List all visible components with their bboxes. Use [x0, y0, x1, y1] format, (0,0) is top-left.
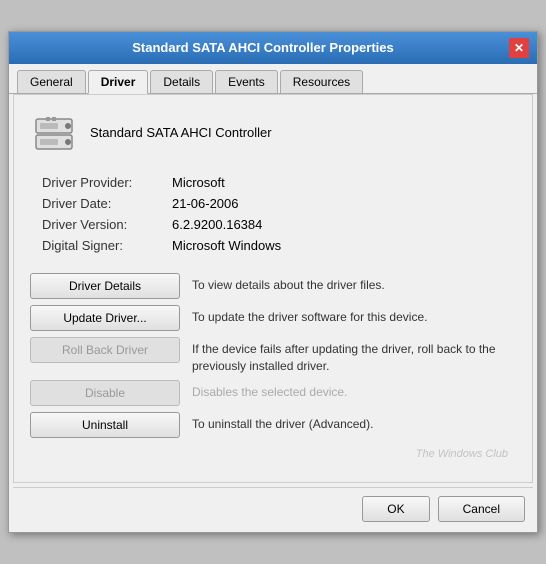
uninstall-button[interactable]: Uninstall — [30, 412, 180, 438]
signer-row: Digital Signer: Microsoft Windows — [42, 238, 516, 253]
content-area: Standard SATA AHCI Controller Driver Pro… — [13, 94, 533, 484]
uninstall-row: Uninstall To uninstall the driver (Advan… — [30, 412, 516, 438]
update-driver-desc: To update the driver software for this d… — [192, 305, 516, 326]
action-buttons-section: Driver Details To view details about the… — [30, 273, 516, 439]
driver-details-desc: To view details about the driver files. — [192, 273, 516, 294]
driver-details-button[interactable]: Driver Details — [30, 273, 180, 299]
update-driver-row: Update Driver... To update the driver so… — [30, 305, 516, 331]
date-value: 21-06-2006 — [172, 196, 239, 211]
disable-row: Disable Disables the selected device. — [30, 380, 516, 406]
watermark-text: The Windows Club — [30, 448, 516, 460]
date-label: Driver Date: — [42, 196, 172, 211]
device-name: Standard SATA AHCI Controller — [90, 125, 272, 140]
roll-back-button[interactable]: Roll Back Driver — [30, 337, 180, 363]
tab-driver[interactable]: Driver — [88, 70, 149, 94]
driver-info: Driver Provider: Microsoft Driver Date: … — [42, 175, 516, 253]
cancel-button[interactable]: Cancel — [438, 496, 525, 522]
disable-desc: Disables the selected device. — [192, 380, 516, 401]
signer-label: Digital Signer: — [42, 238, 172, 253]
version-row: Driver Version: 6.2.9200.16384 — [42, 217, 516, 232]
tab-events[interactable]: Events — [215, 70, 278, 93]
close-button[interactable]: ✕ — [509, 38, 529, 58]
date-row: Driver Date: 21-06-2006 — [42, 196, 516, 211]
ok-button[interactable]: OK — [362, 496, 429, 522]
device-header: Standard SATA AHCI Controller — [30, 109, 516, 157]
properties-window: Standard SATA AHCI Controller Properties… — [8, 31, 538, 534]
tab-resources[interactable]: Resources — [280, 70, 363, 93]
provider-row: Driver Provider: Microsoft — [42, 175, 516, 190]
version-label: Driver Version: — [42, 217, 172, 232]
tab-general[interactable]: General — [17, 70, 86, 93]
controller-icon-svg — [32, 111, 76, 155]
signer-value: Microsoft Windows — [172, 238, 281, 253]
provider-label: Driver Provider: — [42, 175, 172, 190]
roll-back-row: Roll Back Driver If the device fails aft… — [30, 337, 516, 375]
uninstall-desc: To uninstall the driver (Advanced). — [192, 412, 516, 433]
device-icon — [30, 109, 78, 157]
provider-value: Microsoft — [172, 175, 225, 190]
tab-bar: General Driver Details Events Resources — [9, 64, 537, 94]
version-value: 6.2.9200.16384 — [172, 217, 262, 232]
disable-button[interactable]: Disable — [30, 380, 180, 406]
tab-details[interactable]: Details — [150, 70, 213, 93]
window-title: Standard SATA AHCI Controller Properties — [17, 40, 509, 55]
driver-details-row: Driver Details To view details about the… — [30, 273, 516, 299]
footer: OK Cancel — [9, 488, 537, 532]
title-bar: Standard SATA AHCI Controller Properties… — [9, 32, 537, 64]
roll-back-desc: If the device fails after updating the d… — [192, 337, 516, 375]
update-driver-button[interactable]: Update Driver... — [30, 305, 180, 331]
